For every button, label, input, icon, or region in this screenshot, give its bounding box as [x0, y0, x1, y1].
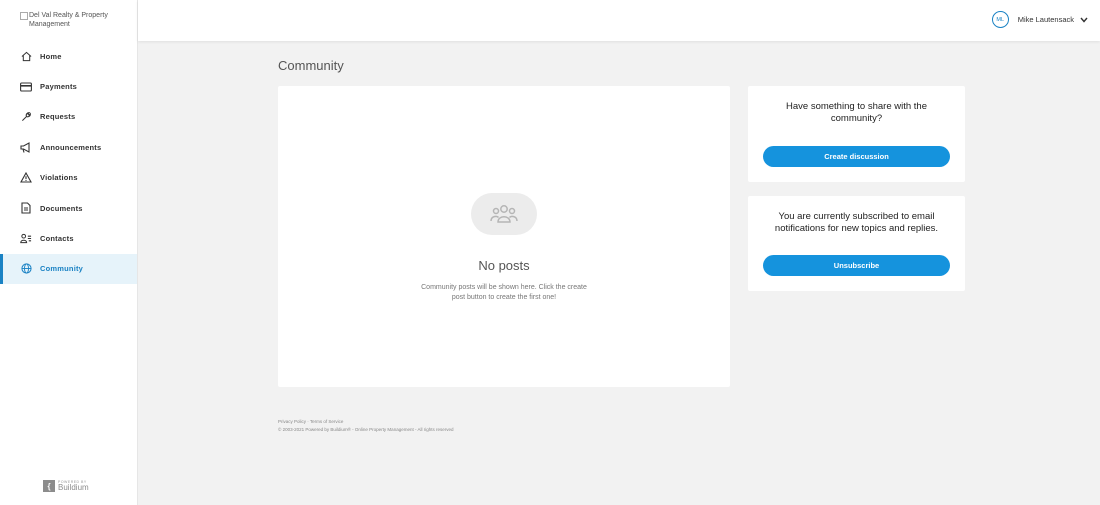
sidebar-item-documents[interactable]: Documents: [0, 193, 137, 223]
sidebar-item-label: Announcements: [40, 142, 102, 152]
unsubscribe-button[interactable]: Unsubscribe: [763, 255, 950, 276]
sidebar-item-label: Documents: [40, 203, 83, 213]
megaphone-icon: [20, 141, 32, 153]
create-discussion-button[interactable]: Create discussion: [763, 146, 950, 167]
footer-links[interactable]: Privacy Policy · Terms of Service: [278, 418, 453, 426]
powered-by-buildium[interactable]: { POWERED BY Buildium: [43, 480, 89, 492]
sidebar-item-label: Requests: [40, 112, 76, 122]
user-name[interactable]: Mike Lautensack: [1018, 15, 1074, 24]
sidebar-item-home[interactable]: Home: [0, 41, 137, 71]
sidebar-item-label: Contacts: [40, 234, 74, 244]
share-message: Have something to share with the communi…: [786, 101, 927, 124]
sidebar-item-label: Violations: [40, 173, 78, 183]
sidebar-item-contacts[interactable]: Contacts: [0, 223, 137, 253]
broken-image-icon: [20, 12, 28, 20]
empty-state-title: No posts: [478, 258, 530, 273]
sidebar: Del Val Realty & Property Management Hom…: [0, 0, 138, 505]
globe-icon: [20, 263, 32, 275]
sidebar-item-violations[interactable]: Violations: [0, 163, 137, 193]
sidebar-nav: Home Payments Requests Announcements Vio…: [0, 41, 137, 285]
logo-alt-text: Del Val Realty & Property Management: [29, 12, 108, 28]
subscription-card: You are currently subscribed to email no…: [748, 196, 965, 291]
footer: Privacy Policy · Terms of Service © 2003…: [278, 418, 453, 434]
home-icon: [20, 50, 32, 62]
posts-panel: No posts Community posts will be shown h…: [278, 86, 730, 387]
sidebar-item-payments[interactable]: Payments: [0, 71, 137, 101]
share-card: Have something to share with the communi…: [748, 86, 965, 182]
sidebar-item-announcements[interactable]: Announcements: [0, 132, 137, 162]
sidebar-item-label: Community: [40, 264, 84, 274]
group-icon: [471, 193, 537, 235]
avatar[interactable]: ML: [991, 11, 1009, 28]
top-bar: ML Mike Lautensack: [138, 0, 1100, 41]
sidebar-item-label: Home: [40, 51, 62, 61]
contacts-icon: [20, 233, 32, 245]
warning-icon: [20, 172, 32, 184]
user-menu[interactable]: ML Mike Lautensack: [991, 11, 1088, 28]
footer-copyright: © 2003-2021 Powered by Buildium® - Onlin…: [278, 427, 454, 432]
wrench-icon: [20, 111, 32, 123]
empty-state-description: Community posts will be shown here. Clic…: [421, 284, 587, 301]
sidebar-item-requests[interactable]: Requests: [0, 102, 137, 132]
buildium-logo-icon: {: [43, 480, 55, 492]
chevron-down-icon[interactable]: [1080, 15, 1088, 25]
page-title: Community: [278, 58, 344, 73]
sidebar-item-label: Payments: [40, 82, 78, 92]
buildium-brand: Buildium: [58, 483, 89, 492]
company-logo[interactable]: Del Val Realty & Property Management: [20, 11, 130, 29]
credit-card-icon: [20, 81, 32, 93]
sidebar-item-community[interactable]: Community: [0, 253, 137, 285]
document-icon: [20, 202, 32, 214]
subscription-message: You are currently subscribed to email no…: [774, 211, 939, 234]
